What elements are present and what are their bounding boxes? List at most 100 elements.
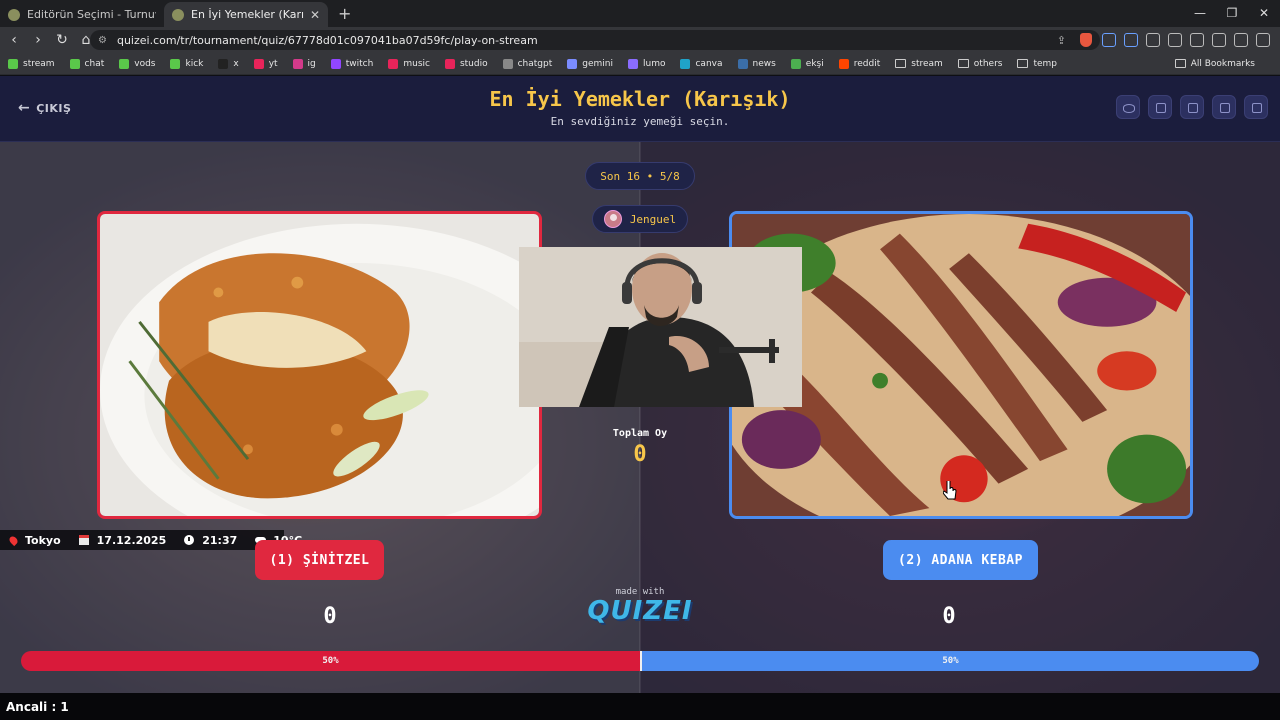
extension-icon[interactable] <box>1212 33 1226 47</box>
extension-icon[interactable] <box>1168 33 1182 47</box>
bookmark-label: kick <box>185 58 204 69</box>
bookmark-item[interactable]: temp <box>1017 59 1057 69</box>
quizei-favicon-icon <box>8 8 20 21</box>
app-header: ← ÇIKIŞ En İyi Yemekler (Karışık) En sev… <box>0 76 1280 142</box>
match-stage: Son 16 • 5/8 Jenguel Toplam Oy 0 Tokyo 1… <box>0 142 1280 693</box>
eye-icon[interactable] <box>1116 95 1140 119</box>
extension-icon[interactable] <box>1234 33 1248 47</box>
stream-info-bar: Tokyo 17.12.2025 21:37 10°C <box>0 530 302 550</box>
menu-icon[interactable] <box>1256 33 1270 47</box>
bookmark-favicon-icon <box>790 58 801 69</box>
minimize-icon[interactable]: — <box>1184 0 1216 27</box>
close-window-icon[interactable]: ✕ <box>1248 0 1280 27</box>
share-icon[interactable]: ⇪ <box>1057 34 1066 47</box>
bookmark-label: twitch <box>345 58 374 69</box>
time-text: 21:37 <box>202 533 238 547</box>
forward-icon[interactable]: › <box>28 32 48 48</box>
browser-tab-bar: Editörün Seçimi - Turnuva - Quizei En İy… <box>0 0 1280 27</box>
bookmark-item[interactable]: twitch <box>330 58 374 69</box>
clock-icon <box>184 535 195 545</box>
bookmark-label: chat <box>84 58 105 69</box>
extension-icon[interactable] <box>1190 33 1204 47</box>
bookmark-label: chatgpt <box>517 58 553 69</box>
bookmark-item[interactable]: vods <box>119 58 155 69</box>
bookmark-label: ig <box>307 58 316 69</box>
restore-icon[interactable]: ❐ <box>1216 0 1248 27</box>
tab-title: En İyi Yemekler (Karışık) - Tier List <box>191 8 304 21</box>
new-tab-icon[interactable]: + <box>338 4 351 23</box>
bookmark-item[interactable]: news <box>737 58 776 69</box>
reload-icon[interactable]: ↻ <box>52 32 72 48</box>
bookmark-favicon-icon <box>170 58 181 69</box>
user-badge: Jenguel <box>592 205 688 233</box>
address-bar[interactable]: ⚙ quizei.com/tr/tournament/quiz/67778d01… <box>90 30 1100 50</box>
bookmark-favicon-icon <box>628 58 638 69</box>
bookmark-label: others <box>973 58 1003 69</box>
extension-icon[interactable] <box>1124 33 1138 47</box>
total-votes-value: 0 <box>633 442 647 467</box>
send-icon[interactable] <box>1180 95 1204 119</box>
bookmark-favicon-icon <box>119 58 130 69</box>
bookmark-item[interactable]: studio <box>444 58 488 69</box>
copy-icon[interactable] <box>1148 95 1172 119</box>
bookmark-item[interactable]: chat <box>69 58 105 69</box>
bookmark-item[interactable]: stream <box>8 58 55 69</box>
extension-icon[interactable] <box>1102 33 1116 47</box>
left-progress-segment: 50% <box>21 651 640 671</box>
close-tab-icon[interactable]: ✕ <box>310 8 320 22</box>
mouse-cursor-icon <box>943 481 957 500</box>
url-text: quizei.com/tr/tournament/quiz/67778d01c0… <box>116 33 538 47</box>
bookmark-item[interactable]: x <box>218 58 239 69</box>
all-bookmarks-button[interactable]: All Bookmarks <box>1174 59 1255 69</box>
calendar-icon <box>78 535 89 545</box>
bookmark-item[interactable]: ig <box>292 58 316 69</box>
bookmark-label: lumo <box>643 58 666 69</box>
bookmark-favicon-icon <box>737 58 748 69</box>
extension-icons <box>1102 27 1270 53</box>
time: 21:37 <box>184 534 237 547</box>
bookmark-label: temp <box>1033 58 1058 69</box>
bookmark-label: x <box>233 58 239 69</box>
quizei-logo[interactable]: QUIZEI <box>560 596 720 626</box>
bookmark-favicon-icon <box>388 58 399 69</box>
bookmark-label: music <box>403 58 430 69</box>
bookmark-label: studio <box>459 58 488 69</box>
folder-icon <box>895 59 907 68</box>
bookmark-favicon-icon <box>567 58 578 69</box>
folder-icon <box>957 59 969 68</box>
bookmark-label: stream <box>911 58 943 69</box>
flag-icon[interactable] <box>1212 95 1236 119</box>
bookmark-item[interactable]: gemini <box>567 58 613 69</box>
brave-shield-icon[interactable] <box>1080 33 1092 47</box>
schnitzel-image <box>100 214 539 516</box>
browser-tab[interactable]: Editörün Seçimi - Turnuva - Quizei <box>0 2 164 27</box>
bookmark-item[interactable]: lumo <box>628 58 666 69</box>
bookmark-item[interactable]: chatgpt <box>502 58 553 69</box>
bookmark-item[interactable]: canva <box>680 58 723 69</box>
date-text: 17.12.2025 <box>96 533 167 547</box>
bookmark-item[interactable]: kick <box>170 58 204 69</box>
bookmark-item[interactable]: reddit <box>838 58 880 69</box>
vote-left-button[interactable]: (1) ŞİNİTZEL <box>255 540 384 580</box>
location: Tokyo <box>7 534 61 547</box>
bookmark-item[interactable]: others <box>957 58 1003 69</box>
bookmark-item[interactable]: stream <box>895 59 943 69</box>
option-card-left[interactable] <box>97 211 542 519</box>
bookmark-favicon-icon <box>838 58 849 69</box>
bookmark-item[interactable]: ekşi <box>790 58 824 69</box>
bookmark-favicon-icon <box>253 58 264 69</box>
bookmark-label: stream <box>23 58 55 69</box>
browser-tab-active[interactable]: En İyi Yemekler (Karışık) - Tier List ✕ <box>164 2 328 27</box>
bookmark-item[interactable]: music <box>388 58 430 69</box>
bookmark-label: gemini <box>582 58 613 69</box>
site-info-icon[interactable]: ⚙ <box>98 35 107 46</box>
bookmark-label: canva <box>695 58 723 69</box>
quizei-favicon-icon <box>172 8 184 21</box>
bookmark-item[interactable]: yt <box>253 58 278 69</box>
folder-icon <box>1017 59 1029 68</box>
vote-right-button[interactable]: (2) ADANA KEBAP <box>883 540 1038 580</box>
back-icon[interactable]: ‹ <box>4 32 24 48</box>
extension-icon[interactable] <box>1146 33 1160 47</box>
fullscreen-icon[interactable] <box>1244 95 1268 119</box>
tab-title: Editörün Seçimi - Turnuva - Quizei <box>27 8 156 21</box>
